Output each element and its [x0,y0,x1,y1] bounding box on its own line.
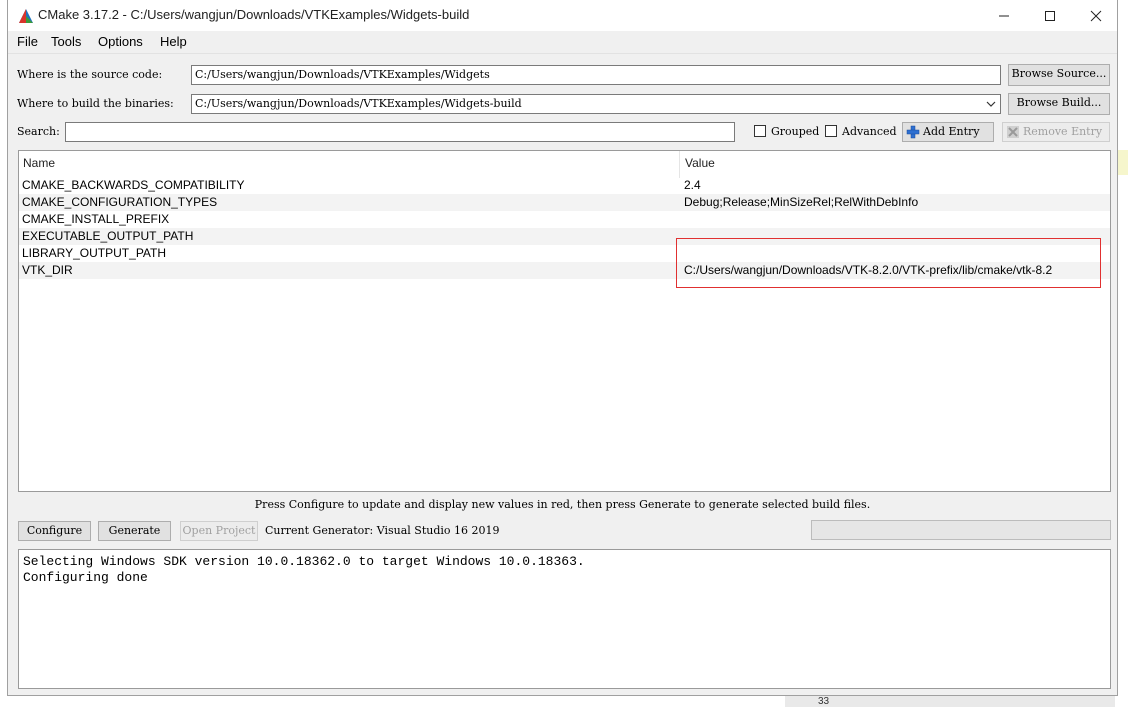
output-log[interactable]: Selecting Windows SDK version 10.0.18362… [18,549,1111,689]
menu-tools[interactable]: Tools [51,34,81,49]
background-app-bottom-edge: 33 [785,696,1115,707]
search-label: Search: [17,125,60,138]
row-name: CMAKE_BACKWARDS_COMPATIBILITY [22,178,245,192]
add-entry-button[interactable]: Add Entry [902,122,994,142]
cache-table[interactable]: Name Value CMAKE_BACKWARDS_COMPATIBILITY… [18,150,1111,492]
open-project-button[interactable]: Open Project [180,521,258,541]
remove-icon [1007,126,1019,138]
build-label: Where to build the binaries: [17,97,174,110]
search-input[interactable] [65,122,735,142]
grouped-checkbox[interactable] [754,125,766,137]
configure-button[interactable]: Configure [18,521,91,541]
source-label: Where is the source code: [17,68,163,81]
add-entry-label: Add Entry [923,125,980,138]
row-name: LIBRARY_OUTPUT_PATH [22,246,167,260]
advanced-label: Advanced [842,125,897,138]
close-icon [1090,10,1102,21]
title-bar[interactable]: CMake 3.17.2 - C:/Users/wangjun/Download… [8,0,1117,31]
browse-source-button[interactable]: Browse Source... [1008,64,1110,86]
log-line: Selecting Windows SDK version 10.0.18362… [23,554,585,569]
plus-icon [906,125,920,139]
row-name: EXECUTABLE_OUTPUT_PATH [22,229,194,243]
cmake-window: CMake 3.17.2 - C:/Users/wangjun/Download… [7,0,1118,696]
table-row[interactable]: CMAKE_CONFIGURATION_TYPES Debug;Release;… [19,194,1110,211]
browse-build-button[interactable]: Browse Build... [1008,93,1110,115]
cmake-logo-icon [19,9,33,23]
red-annotation-box [676,238,1101,288]
column-header-name[interactable]: Name [23,156,55,170]
grouped-label: Grouped [771,125,820,138]
chevron-down-icon[interactable] [986,100,996,108]
table-row[interactable]: CMAKE_INSTALL_PREFIX [19,211,1110,228]
column-header-value[interactable]: Value [685,156,715,170]
build-path-value: C:/Users/wangjun/Downloads/VTKExamples/W… [195,97,522,110]
row-value[interactable]: Debug;Release;MinSizeRel;RelWithDebInfo [684,195,918,209]
minimize-button[interactable] [981,0,1027,31]
background-line-number: 33 [818,696,830,707]
menu-file[interactable]: File [17,34,38,49]
background-app-right-edge [1118,0,1128,707]
table-row[interactable]: CMAKE_BACKWARDS_COMPATIBILITY 2.4 [19,177,1110,194]
advanced-checkbox[interactable] [825,125,837,137]
row-name: VTK_DIR [22,263,73,277]
menu-bar: File Tools Options Help [8,31,1117,54]
build-path-combobox[interactable]: C:/Users/wangjun/Downloads/VTKExamples/W… [191,94,1001,114]
window-title: CMake 3.17.2 - C:/Users/wangjun/Download… [38,7,470,22]
maximize-icon [1045,10,1055,21]
menu-help[interactable]: Help [160,34,187,49]
maximize-button[interactable] [1027,0,1073,31]
row-name: CMAKE_INSTALL_PREFIX [22,212,170,226]
generate-button[interactable]: Generate [98,521,171,541]
row-value[interactable]: 2.4 [684,178,701,192]
log-line: Configuring done [23,570,148,585]
close-button[interactable] [1073,0,1119,31]
remove-entry-label: Remove Entry [1023,125,1103,138]
current-generator-text: Current Generator: Visual Studio 16 2019 [265,524,500,537]
row-name: CMAKE_CONFIGURATION_TYPES [22,195,218,209]
source-path-input[interactable]: C:/Users/wangjun/Downloads/VTKExamples/W… [191,65,1001,85]
progress-bar [811,520,1111,540]
minimize-icon [999,15,1009,16]
remove-entry-button[interactable]: Remove Entry [1002,122,1110,142]
menu-options[interactable]: Options [98,34,143,49]
configure-hint: Press Configure to update and display ne… [254,498,871,511]
